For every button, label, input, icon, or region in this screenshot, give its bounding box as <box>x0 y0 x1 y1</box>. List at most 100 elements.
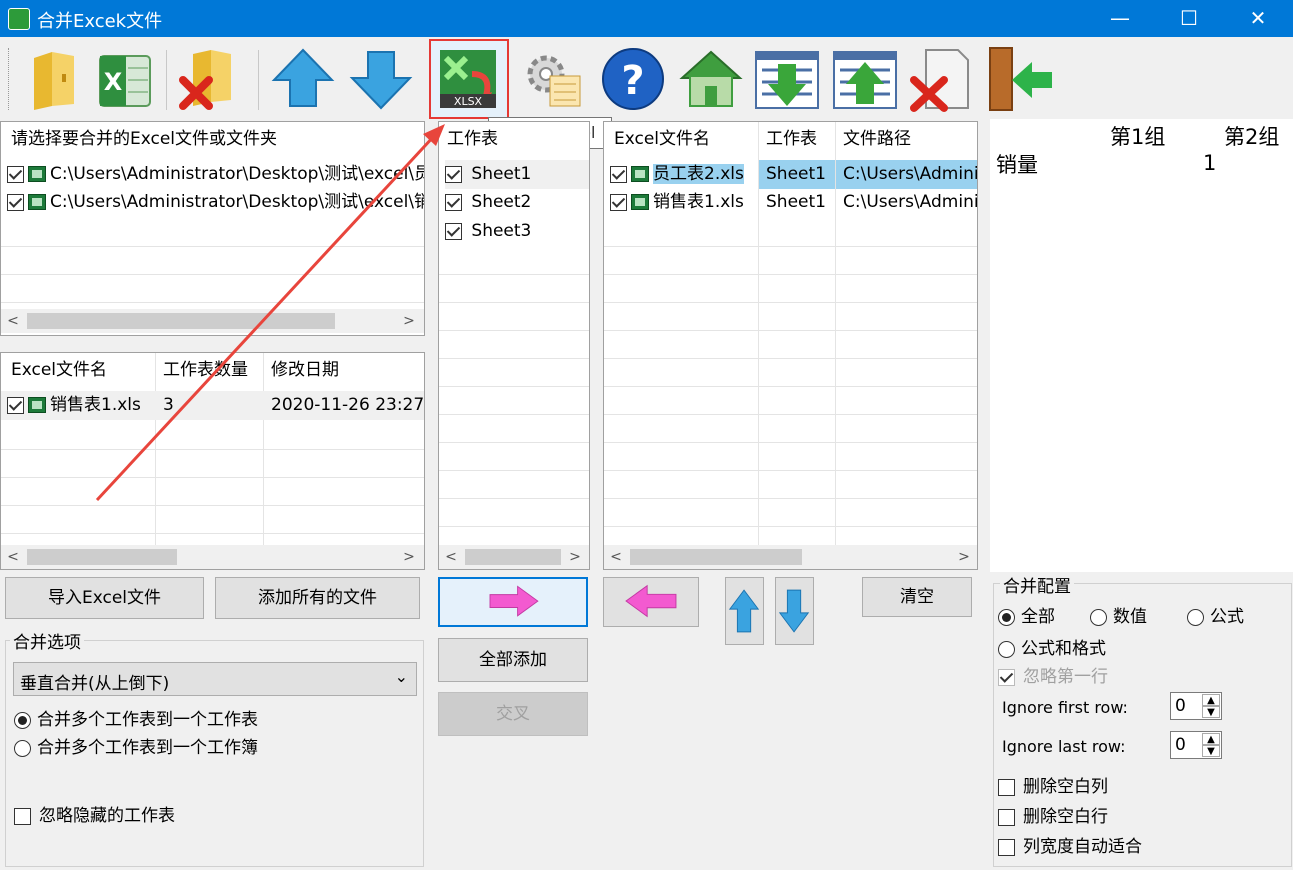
checkbox[interactable] <box>7 396 24 414</box>
column-header[interactable]: Excel文件名 <box>1 353 155 387</box>
radio[interactable] <box>998 640 1015 658</box>
config-formula-radio[interactable]: 公式 <box>1187 602 1244 627</box>
add-all-files-button[interactable]: 添加所有的文件 <box>215 577 420 619</box>
exit-icon[interactable] <box>986 44 1052 114</box>
import-list-icon[interactable] <box>754 44 820 114</box>
spin-down-icon[interactable]: ▼ <box>1202 706 1220 718</box>
horizontal-scrollbar[interactable]: < > <box>439 545 589 569</box>
column-header[interactable]: Excel文件名 <box>604 122 758 156</box>
checkbox[interactable] <box>445 222 462 240</box>
file-table-panel[interactable]: Excel文件名 工作表数量 修改日期 销售表1.xls 3 2020-11-2… <box>0 352 425 570</box>
sheet-item[interactable]: Sheet2 <box>445 188 589 217</box>
checkbox[interactable] <box>610 165 627 183</box>
selection-move-down-button[interactable] <box>775 577 814 645</box>
checkbox[interactable] <box>998 668 1015 686</box>
import-excel-button[interactable]: 导入Excel文件 <box>5 577 204 619</box>
checkbox[interactable] <box>14 807 31 825</box>
horizontal-scrollbar[interactable]: < > <box>1 309 424 333</box>
merge-excel-icon[interactable]: XLSX <box>436 44 502 114</box>
radio[interactable] <box>1187 608 1204 626</box>
ignore-last-row-spinner[interactable]: 0 ▲ ▼ <box>1170 731 1222 759</box>
preview-panel: 第1组 第2组 销量 1 <box>990 119 1293 572</box>
delete-blank-cols-checkbox[interactable]: 删除空白列 <box>998 772 1108 797</box>
clear-button[interactable]: 清空 <box>862 577 972 617</box>
horizontal-scrollbar[interactable]: < > <box>1 545 424 569</box>
autofit-cols-checkbox[interactable]: 列宽度自动适合 <box>998 832 1142 857</box>
column-header[interactable]: 修改日期 <box>263 353 424 387</box>
table-row[interactable]: 员工表2.xls Sheet1 C:\Users\Admini <box>604 160 977 189</box>
minimize-button[interactable]: — <box>1085 0 1155 37</box>
settings-icon[interactable] <box>520 44 586 114</box>
scroll-left-icon[interactable]: < <box>3 545 23 569</box>
chevron-down-icon: ⌄ <box>394 667 408 686</box>
ignore-hidden-sheets-checkbox[interactable]: 忽略隐藏的工作表 <box>14 801 175 826</box>
scroll-right-icon[interactable]: > <box>954 545 974 569</box>
source-item[interactable]: C:\Users\Administrator\Desktop\测试\excel\… <box>7 188 424 217</box>
config-values-radio[interactable]: 数值 <box>1090 602 1147 627</box>
ignore-first-row-spinner[interactable]: 0 ▲ ▼ <box>1170 692 1222 720</box>
checkbox[interactable] <box>7 193 24 211</box>
remove-folder-icon[interactable] <box>175 44 241 114</box>
delete-file-icon[interactable] <box>910 44 976 114</box>
merge-to-sheet-radio[interactable]: 合并多个工作表到一个工作表 <box>14 705 258 730</box>
scroll-thumb[interactable] <box>27 313 335 329</box>
spin-up-icon[interactable]: ▲ <box>1202 733 1220 745</box>
excel-small-icon <box>631 166 649 182</box>
scroll-left-icon[interactable]: < <box>3 309 23 333</box>
remove-from-selection-button[interactable] <box>603 577 699 627</box>
radio[interactable] <box>1090 608 1107 626</box>
preview-column-header: 第2组 <box>1224 125 1280 149</box>
add-to-selection-button[interactable] <box>438 577 588 627</box>
checkbox[interactable] <box>998 808 1015 826</box>
checkbox[interactable] <box>445 165 462 183</box>
home-icon[interactable] <box>678 44 744 114</box>
excel-file-icon[interactable]: X <box>92 44 158 114</box>
column-header[interactable]: 文件路径 <box>835 122 977 156</box>
help-icon[interactable]: ? <box>600 44 666 114</box>
spin-down-icon[interactable]: ▼ <box>1202 745 1220 757</box>
merge-to-workbook-radio[interactable]: 合并多个工作表到一个工作簿 <box>14 733 258 758</box>
selection-move-up-button[interactable] <box>725 577 764 645</box>
horizontal-scrollbar[interactable]: < > <box>604 545 977 569</box>
scroll-right-icon[interactable]: > <box>565 545 585 569</box>
config-all-radio[interactable]: 全部 <box>998 602 1055 627</box>
export-list-icon[interactable] <box>832 44 898 114</box>
spin-up-icon[interactable]: ▲ <box>1202 694 1220 706</box>
checkbox[interactable] <box>7 165 24 183</box>
scroll-left-icon[interactable]: < <box>606 545 626 569</box>
merge-mode-dropdown[interactable]: 垂直合并(从上倒下) ⌄ <box>13 662 417 696</box>
table-row[interactable]: 销售表1.xls Sheet1 C:\Users\Admini <box>604 188 977 217</box>
checkbox[interactable] <box>998 838 1015 856</box>
delete-blank-rows-checkbox[interactable]: 删除空白行 <box>998 802 1108 827</box>
selected-table-panel[interactable]: Excel文件名 工作表 文件路径 员工表2.xls Sheet1 C:\Use… <box>603 121 978 570</box>
move-up-icon[interactable] <box>270 44 336 114</box>
cross-button[interactable]: 交叉 <box>438 692 588 736</box>
ignore-first-line-checkbox[interactable]: 忽略第一行 <box>998 662 1108 687</box>
move-down-icon[interactable] <box>348 44 414 114</box>
sheet-item[interactable]: Sheet3 <box>445 217 589 246</box>
add-all-button[interactable]: 全部添加 <box>438 638 588 682</box>
close-button[interactable]: ✕ <box>1223 0 1293 37</box>
table-row[interactable]: 销售表1.xls 3 2020-11-26 23:27: <box>1 391 424 420</box>
source-list-panel[interactable]: 请选择要合并的Excel文件或文件夹 C:\Users\Administrato… <box>0 121 425 336</box>
radio[interactable] <box>14 739 31 757</box>
sheet-list-panel[interactable]: 工作表 Sheet1 Sheet2 Sheet3 < > <box>438 121 590 570</box>
column-header[interactable]: 工作表 <box>758 122 835 156</box>
column-header[interactable]: 工作表数量 <box>155 353 263 387</box>
checkbox[interactable] <box>610 193 627 211</box>
scroll-thumb[interactable] <box>27 549 177 565</box>
checkbox[interactable] <box>445 193 462 211</box>
scroll-right-icon[interactable]: > <box>399 545 419 569</box>
scroll-right-icon[interactable]: > <box>399 309 419 333</box>
radio[interactable] <box>14 711 31 729</box>
sheet-item[interactable]: Sheet1 <box>445 160 589 189</box>
source-item[interactable]: C:\Users\Administrator\Desktop\测试\excel\… <box>7 160 424 189</box>
scroll-left-icon[interactable]: < <box>441 545 461 569</box>
maximize-button[interactable]: ☐ <box>1154 0 1224 37</box>
open-folder-icon[interactable] <box>22 44 88 114</box>
scroll-thumb[interactable] <box>630 549 802 565</box>
config-formula-format-radio[interactable]: 公式和格式 <box>998 634 1106 659</box>
checkbox[interactable] <box>998 778 1015 796</box>
radio[interactable] <box>998 608 1015 626</box>
scroll-thumb[interactable] <box>465 549 561 565</box>
